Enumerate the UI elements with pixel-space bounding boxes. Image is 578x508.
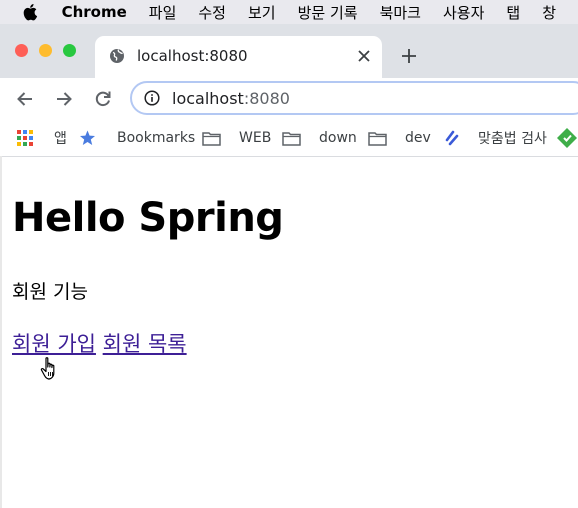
address-bar[interactable]: localhost:8080 (130, 81, 578, 115)
section-label: 회원 기능 (12, 281, 88, 303)
menu-app-name[interactable]: Chrome (62, 3, 127, 21)
url-host: localhost (172, 89, 244, 108)
bookmark-folder-label: WEB (239, 130, 272, 146)
bookmark-folder[interactable]: down (282, 128, 357, 148)
bookmark-item[interactable]: Bookmarks (79, 128, 195, 148)
menu-window[interactable]: 창 (542, 2, 556, 23)
member-links: 회원 가입 회원 목록 (12, 330, 572, 358)
tab-strip: localhost:8080 (0, 24, 578, 78)
page-title: Hello Spring (12, 195, 284, 241)
green-bookmark-icon (556, 127, 578, 149)
menu-history[interactable]: 방문 기록 (298, 2, 358, 23)
apps-grid-icon (17, 130, 42, 146)
globe-icon (109, 48, 125, 64)
folder-icon (368, 131, 396, 146)
hand-cursor-icon (40, 356, 62, 382)
browser-toolbar: localhost:8080 (0, 78, 578, 120)
window-close-button[interactable] (15, 44, 28, 57)
info-icon[interactable] (144, 90, 160, 106)
new-tab-plus-icon[interactable] (401, 48, 417, 64)
browser-tab[interactable]: localhost:8080 (95, 36, 382, 78)
bookmark-item[interactable] (556, 128, 578, 148)
menu-tab[interactable]: 탭 (506, 2, 520, 23)
spellcheck-icon (444, 130, 469, 146)
member-list-link[interactable]: 회원 목록 (103, 332, 187, 356)
bookmarks-bar: 앱 Bookmarks WEB down dev 맞춤법 검사 (0, 120, 578, 157)
window-edge (0, 156, 2, 508)
bookmark-label: Bookmarks (117, 130, 196, 146)
member-join-link[interactable]: 회원 가입 (12, 332, 96, 356)
back-arrow-icon[interactable] (15, 89, 35, 109)
folder-icon (282, 131, 310, 146)
menu-profiles[interactable]: 사용자 (443, 2, 484, 23)
window-minimize-button[interactable] (39, 44, 52, 57)
forward-arrow-icon[interactable] (54, 89, 74, 109)
window-maximize-button[interactable] (63, 44, 76, 57)
menu-view[interactable]: 보기 (248, 2, 276, 23)
bookmark-folder[interactable]: WEB (202, 128, 271, 148)
menu-edit[interactable]: 수정 (198, 2, 226, 23)
url-port: :8080 (243, 89, 290, 108)
menu-file[interactable]: 파일 (149, 2, 177, 23)
bookmark-folder-label: dev (405, 130, 431, 146)
apple-menu-icon[interactable] (23, 3, 40, 21)
bookmark-folder-label: down (319, 130, 357, 146)
folder-icon (202, 131, 230, 146)
bookmark-apps[interactable]: 앱 (17, 128, 67, 148)
menu-bookmarks[interactable]: 북마크 (380, 2, 421, 23)
bookmark-label: 맞춤법 검사 (478, 131, 547, 147)
tab-title: localhost:8080 (137, 47, 248, 65)
bookmark-item[interactable]: 맞춤법 검사 (444, 128, 547, 148)
page-content: Hello Spring 회원 기능 회원 가입 회원 목록 (12, 157, 572, 358)
bookmark-folder[interactable]: dev (368, 128, 431, 148)
bookmark-apps-label: 앱 (54, 131, 67, 147)
url-text: localhost:8080 (172, 89, 290, 108)
star-icon (79, 130, 105, 146)
close-icon[interactable] (357, 48, 371, 62)
macos-menu-bar: Chrome 파일 수정 보기 방문 기록 북마크 사용자 탭 창 (0, 0, 578, 24)
reload-icon[interactable] (93, 89, 113, 109)
